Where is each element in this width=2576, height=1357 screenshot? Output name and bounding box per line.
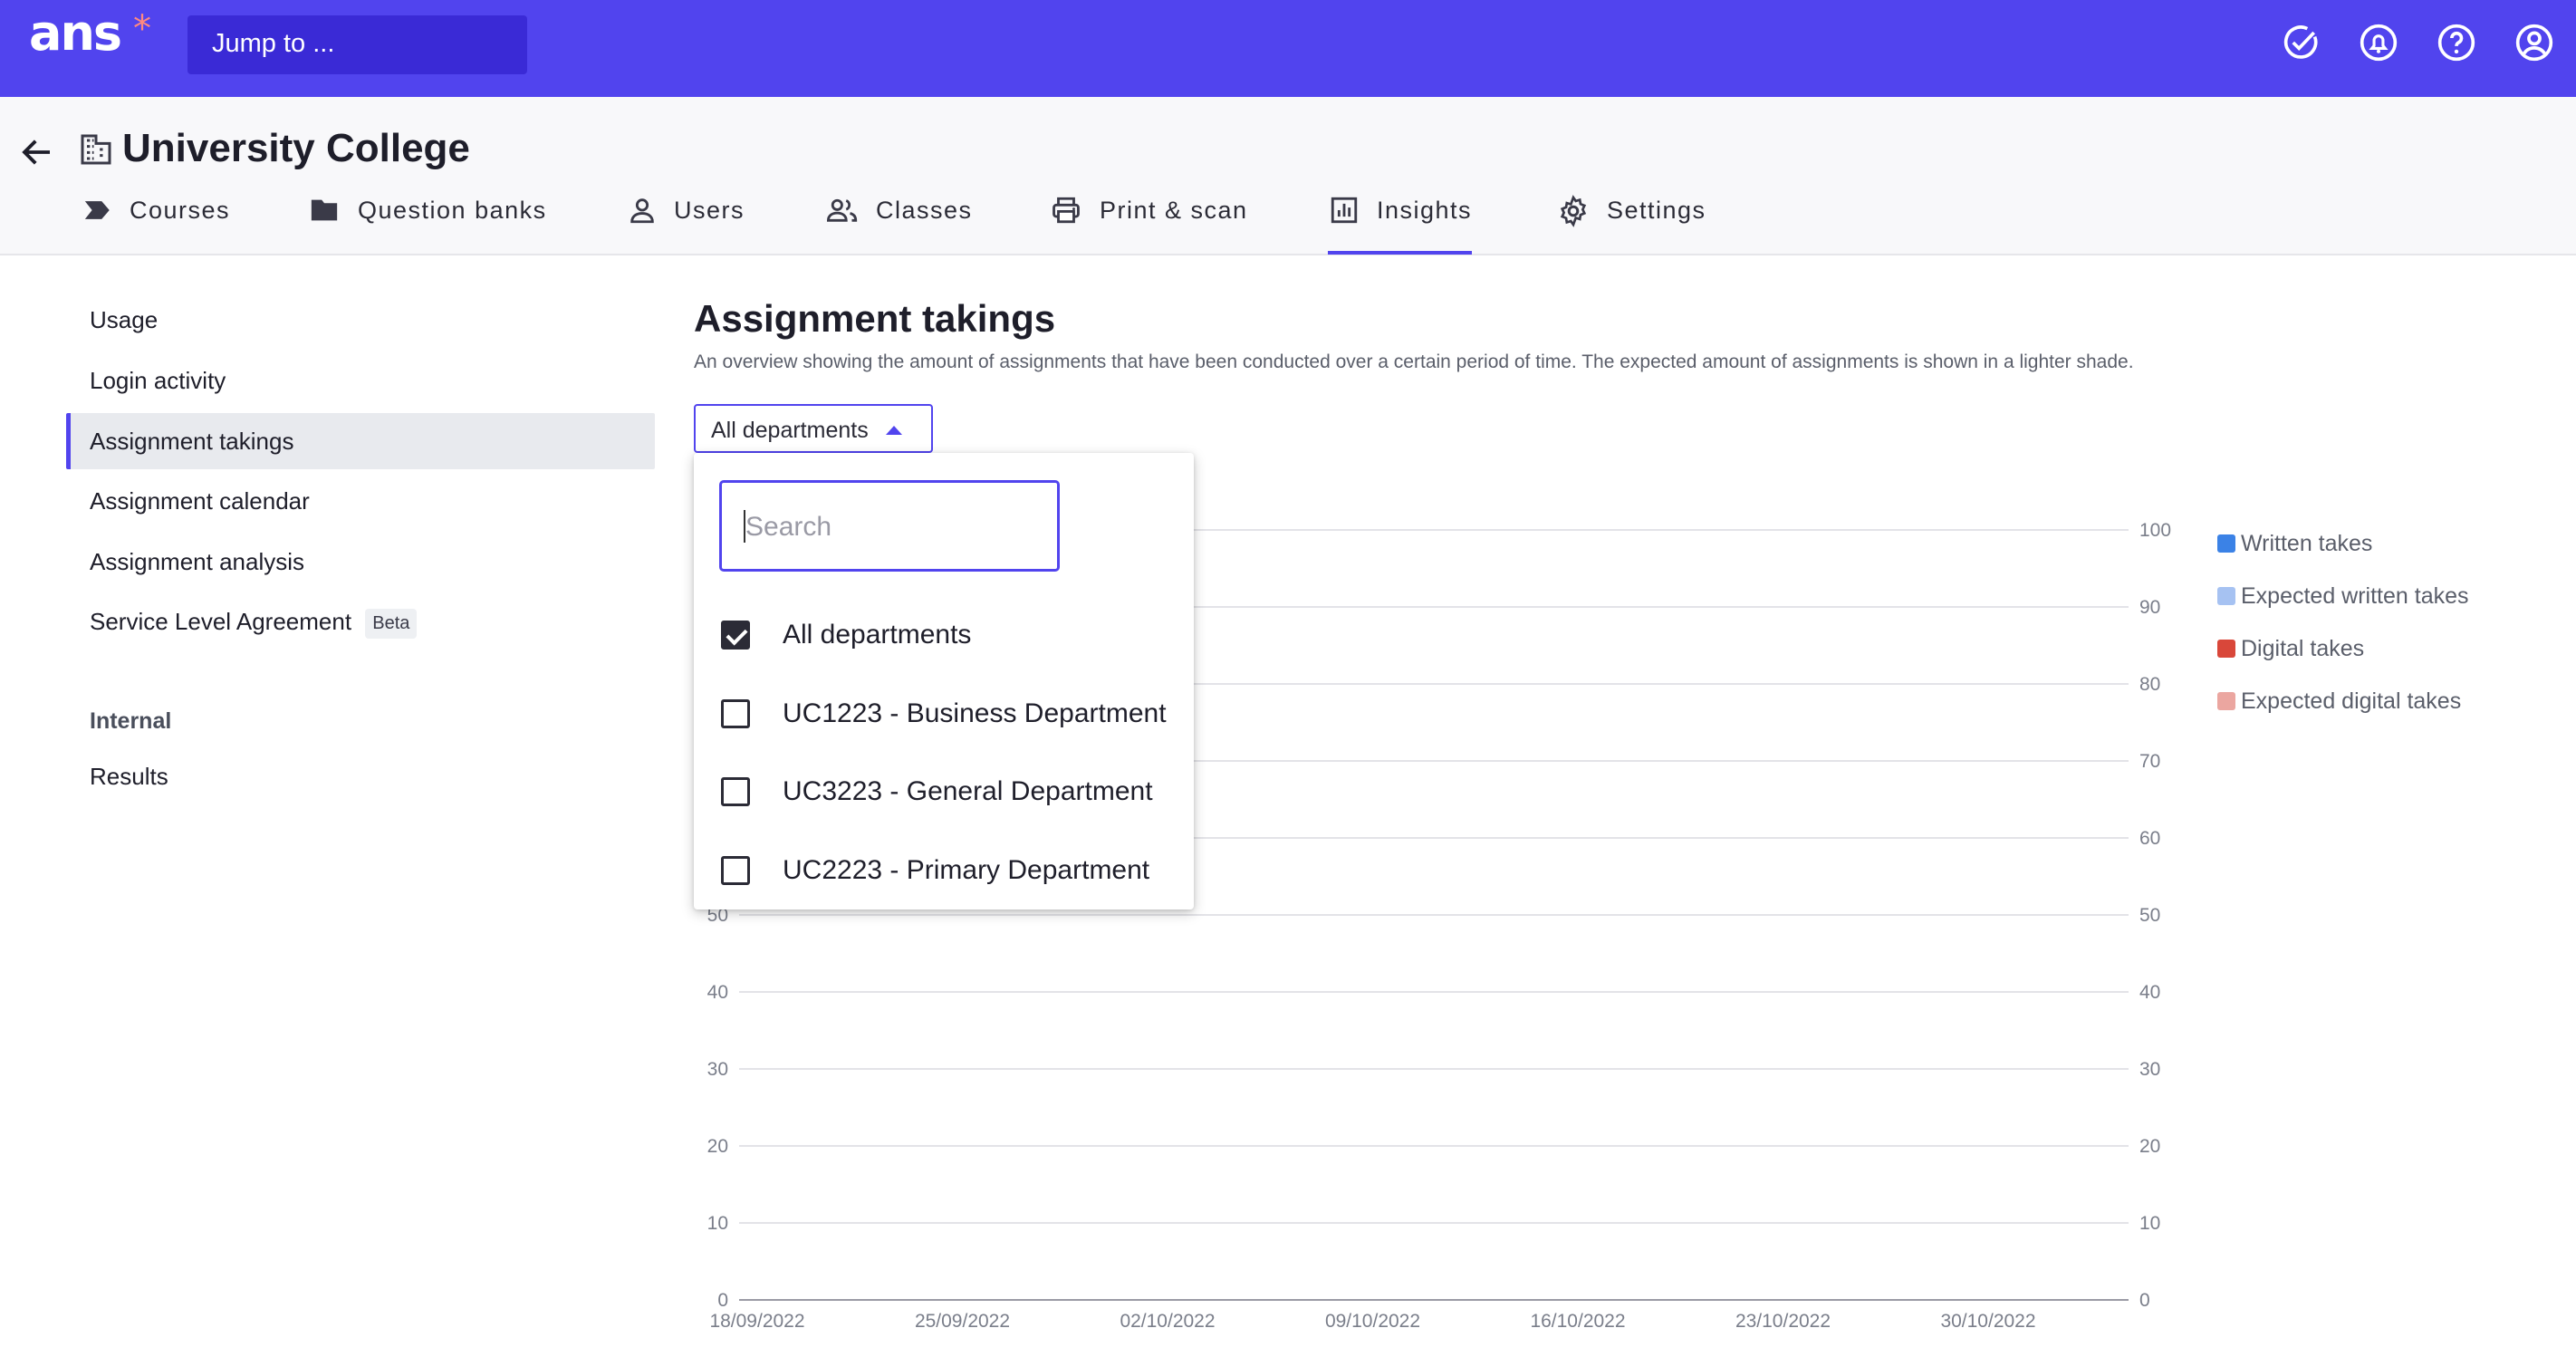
y-tick-right: 30 [2139, 1059, 2160, 1080]
y-tick-right: 0 [2139, 1290, 2150, 1311]
department-filter-button[interactable]: All departments [694, 404, 933, 453]
option-label: UC1223 - Business Department [783, 698, 1167, 728]
printer-icon [1053, 197, 1080, 224]
legend-label: Written takes [2241, 531, 2373, 556]
checkbox-checked[interactable] [721, 621, 750, 650]
department-search-input[interactable]: Search [719, 480, 1060, 572]
option-label: UC2223 - Primary Department [783, 855, 1150, 885]
checkbox[interactable] [721, 699, 750, 728]
x-tick-label: 02/10/2022 [1120, 1311, 1215, 1332]
tab-settings-label: Settings [1607, 197, 1706, 224]
bell-icon[interactable] [2359, 23, 2398, 63]
courses-icon [84, 201, 110, 219]
logo-asterisk: * [133, 8, 151, 50]
legend-digital-takes[interactable]: Digital takes [2217, 636, 2365, 662]
checkbox[interactable] [721, 856, 750, 885]
x-tick-label: 16/10/2022 [1530, 1311, 1625, 1332]
y-tick-left: 10 [707, 1213, 728, 1234]
sidebar-section-internal: Internal [90, 708, 172, 734]
search-placeholder: Search [745, 512, 832, 542]
tab-print-scan[interactable]: Print & scan [1049, 197, 1248, 255]
y-tick-left: 30 [707, 1059, 728, 1080]
y-tick-right: 60 [2139, 828, 2160, 849]
tab-insights-label: Insights [1377, 197, 1473, 224]
top-bar: ans * Jump to ... [0, 0, 2576, 97]
sidebar-item-service-level-agreement[interactable]: Service Level Agreement Beta [90, 608, 418, 639]
y-tick-right: 20 [2139, 1136, 2160, 1157]
gear-icon [1560, 195, 1587, 227]
tab-print-scan-label: Print & scan [1100, 197, 1248, 224]
tab-question-banks-label: Question banks [358, 197, 547, 224]
insights-icon [1331, 197, 1358, 224]
y-tick-right: 10 [2139, 1213, 2160, 1234]
legend-swatch [2217, 587, 2235, 605]
legend-label: Expected digital takes [2241, 688, 2462, 714]
checkbox[interactable] [721, 777, 750, 806]
tab-classes[interactable]: Classes [825, 197, 973, 255]
sidebar-item-assignment-calendar[interactable]: Assignment calendar [90, 487, 310, 515]
department-option-uc2223[interactable]: UC2223 - Primary Department [721, 852, 1149, 889]
x-tick-label: 09/10/2022 [1325, 1311, 1420, 1332]
department-option-uc3223[interactable]: UC3223 - General Department [721, 774, 1153, 810]
app-logo[interactable]: ans [29, 9, 122, 58]
tab-courses[interactable]: Courses [82, 197, 230, 255]
account-icon[interactable] [2514, 23, 2554, 63]
x-tick-label: 25/09/2022 [915, 1311, 1010, 1332]
x-tick-label: 18/09/2022 [709, 1311, 804, 1332]
department-option-all[interactable]: All departments [721, 617, 971, 653]
tab-question-banks[interactable]: Question banks [307, 197, 547, 255]
sidebar-item-login-activity[interactable]: Login activity [90, 367, 226, 395]
legend-label: Digital takes [2241, 636, 2365, 661]
sidebar-item-results[interactable]: Results [90, 763, 168, 791]
department-filter-label: All departments [711, 418, 869, 443]
classes-icon [826, 198, 858, 222]
legend-expected-digital-takes[interactable]: Expected digital takes [2217, 688, 2462, 715]
y-tick-right: 50 [2139, 905, 2160, 926]
y-tick-right: 40 [2139, 982, 2160, 1003]
page-header: University College Courses Question bank… [0, 97, 2576, 255]
y-tick-left: 40 [707, 982, 728, 1003]
option-label: All departments [783, 620, 972, 650]
y-tick-left: 0 [717, 1290, 728, 1311]
legend-label: Expected written takes [2241, 583, 2469, 609]
user-icon [630, 198, 654, 224]
y-tick-right: 80 [2139, 674, 2160, 695]
sidebar-item-assignment-analysis[interactable]: Assignment analysis [90, 548, 304, 576]
content-description: An overview showing the amount of assign… [694, 351, 2134, 372]
tab-users[interactable]: Users [627, 197, 745, 255]
tab-settings[interactable]: Settings [1556, 195, 1706, 255]
legend-written-takes[interactable]: Written takes [2217, 531, 2373, 557]
jump-to-input[interactable]: Jump to ... [187, 15, 527, 74]
y-tick-left: 20 [707, 1136, 728, 1157]
beta-badge: Beta [365, 608, 418, 639]
building-icon [81, 134, 111, 165]
x-tick-label: 23/10/2022 [1735, 1311, 1831, 1332]
check-circle-icon[interactable] [2281, 23, 2321, 63]
department-dropdown: Search All departments UC1223 - Business… [694, 453, 1194, 909]
y-tick-right: 100 [2139, 520, 2171, 541]
page-title: University College [122, 126, 470, 170]
sidebar-item-sla-label: Service Level Agreement [90, 608, 352, 635]
y-tick-right: 90 [2139, 597, 2160, 618]
legend-swatch [2217, 640, 2235, 658]
text-cursor [744, 510, 745, 543]
sidebar-item-assignment-takings[interactable]: Assignment takings [90, 428, 293, 456]
option-label: UC3223 - General Department [783, 776, 1153, 806]
tab-classes-label: Classes [876, 197, 973, 224]
tab-users-label: Users [674, 197, 745, 224]
caret-up-icon [886, 426, 902, 435]
folder-icon [311, 199, 338, 221]
legend-swatch [2217, 534, 2235, 553]
department-option-uc1223[interactable]: UC1223 - Business Department [721, 696, 1167, 732]
legend-swatch [2217, 692, 2235, 710]
sidebar-item-usage[interactable]: Usage [90, 306, 158, 334]
back-arrow-icon[interactable] [18, 133, 56, 171]
x-tick-label: 30/10/2022 [1940, 1311, 2035, 1332]
tab-courses-label: Courses [130, 197, 231, 224]
tab-insights[interactable]: Insights [1328, 197, 1473, 255]
help-icon[interactable] [2437, 23, 2476, 63]
content-title: Assignment takings [694, 297, 1056, 340]
legend-expected-written-takes[interactable]: Expected written takes [2217, 583, 2469, 610]
y-tick-right: 70 [2139, 751, 2160, 772]
